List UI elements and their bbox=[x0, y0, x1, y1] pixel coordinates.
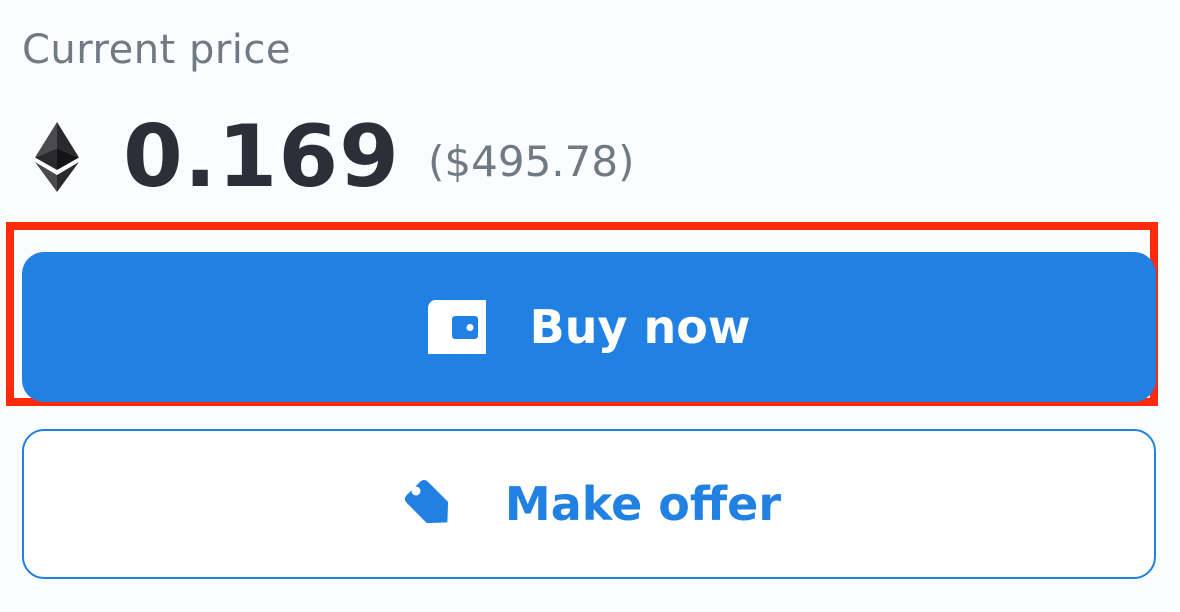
make-offer-button[interactable]: Make offer bbox=[22, 429, 1156, 579]
price-usd-value: ($495.78) bbox=[428, 137, 635, 186]
buy-now-button[interactable]: Buy now bbox=[22, 252, 1156, 402]
price-value: 0.169 bbox=[123, 107, 401, 207]
tag-icon bbox=[404, 479, 449, 524]
ethereum-icon bbox=[35, 122, 79, 192]
wallet-icon bbox=[427, 300, 486, 354]
buy-now-label: Buy now bbox=[529, 300, 751, 354]
make-offer-label: Make offer bbox=[504, 477, 782, 531]
current-price-label: Current price bbox=[22, 27, 291, 73]
price-row: 0.169 ($495.78) bbox=[33, 112, 634, 202]
